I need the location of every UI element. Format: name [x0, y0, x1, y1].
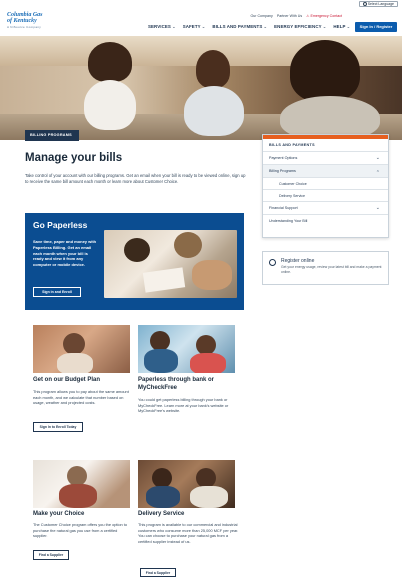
make-choice-photo [33, 460, 130, 508]
nav-services-label: SERVICES [148, 24, 171, 29]
sidenav-item-financial-support[interactable]: Financial Support ⌄ [263, 202, 388, 215]
photo-figure [196, 468, 216, 488]
photo-figure [150, 331, 170, 351]
link-our-company[interactable]: Our Company [250, 14, 272, 18]
hero-child-figure [88, 42, 132, 82]
sidenav-item-label: Understanding Your Bill [269, 219, 308, 223]
photo-figure [124, 238, 150, 262]
nav-help-label: HELP [333, 24, 346, 29]
intro-text: Take control of your account with our bi… [25, 173, 246, 184]
photo-figure [152, 468, 172, 488]
chevron-down-icon: ⌄ [263, 24, 268, 29]
go-paperless-text: Save time, paper and money with Paperles… [33, 239, 97, 268]
register-title: Register online [281, 258, 315, 264]
sidenav-item-understanding-bill[interactable]: Understanding Your Bill [263, 215, 388, 228]
sidenav-item-payment-options[interactable]: Payment Options ⌄ [263, 152, 388, 165]
budget-plan-enroll-button[interactable]: Sign In to Enroll Today [33, 422, 83, 432]
logo[interactable]: Columbia Gas of Kentucky A NiSource Comp… [7, 12, 59, 32]
chevron-down-icon: ⌄ [171, 24, 176, 29]
page-title: Manage your bills [25, 152, 123, 164]
utility-links: Our Company Partner With Us Emergency Co… [250, 14, 342, 18]
budget-plan-text: This program allows you to pay about the… [33, 389, 129, 406]
nav-help[interactable]: HELP⌄ [333, 24, 350, 30]
main-nav: SERVICES⌄ SAFETY⌄ BILLS AND PAYMENTS⌄ EN… [148, 24, 350, 30]
nav-energy-efficiency[interactable]: ENERGY EFFICIENCY⌄ [274, 24, 326, 30]
nav-services[interactable]: SERVICES⌄ [148, 24, 176, 30]
nav-energy-label: ENERGY EFFICIENCY [274, 24, 322, 29]
sidenav-subitem-delivery-service[interactable]: Delivery Service [263, 190, 388, 202]
go-paperless-panel: Go Paperless Save time, paper and money … [25, 213, 244, 310]
sign-in-register-button[interactable]: Sign In / Register [355, 22, 397, 32]
photo-paper [142, 267, 186, 293]
register-text: Get your energy usage, review your lates… [281, 265, 382, 274]
photo-figure [144, 349, 178, 373]
delivery-service-title: Delivery Service [138, 511, 185, 517]
photo-figure [196, 335, 216, 355]
sidenav-item-label: Financial Support [269, 206, 298, 210]
photo-figure [174, 232, 202, 258]
logo-line2: of Kentucky [7, 18, 37, 24]
logo-line3: A NiSource Company [7, 25, 42, 29]
go-paperless-title: Go Paperless [33, 220, 88, 230]
nav-bills-payments[interactable]: BILLS AND PAYMENTS⌄ [212, 24, 267, 30]
make-choice-title: Make your Choice [33, 511, 85, 517]
select-language-label: Select Language [367, 2, 394, 6]
photo-figure [63, 333, 85, 355]
nav-bills-label: BILLS AND PAYMENTS [212, 24, 263, 29]
go-paperless-photo [104, 230, 237, 298]
nav-safety[interactable]: SAFETY⌄ [183, 24, 206, 30]
register-online-box[interactable]: Register online Get your energy usage, r… [262, 251, 389, 285]
delivery-service-photo [138, 460, 235, 508]
hero-mother-figure [290, 40, 360, 102]
link-emergency[interactable]: Emergency Contact [306, 14, 342, 18]
site-header: Columbia Gas of Kentucky A NiSource Comp… [0, 8, 402, 35]
sign-in-enroll-button[interactable]: Sign in and Enroll [33, 287, 81, 297]
hero-child-shirt [84, 80, 136, 130]
user-icon [269, 259, 276, 266]
sidenav-item-label: Billing Programs [269, 169, 296, 173]
paperless-bank-title: Paperless through bank or MyCheckFree [138, 377, 215, 391]
delivery-service-text: This program is available to our commerc… [138, 522, 239, 544]
budget-plan-photo [33, 325, 130, 373]
link-partner[interactable]: Partner With Us [277, 14, 302, 18]
make-choice-find-supplier-button[interactable]: Find a Supplier [33, 550, 69, 560]
photo-figure [67, 466, 87, 486]
paperless-bank-text: You could get paperless billing through … [138, 397, 229, 414]
chevron-down-icon: ⌄ [375, 155, 380, 161]
hero-father-figure [196, 50, 230, 88]
globe-icon [362, 2, 367, 7]
top-utility-bar: Select Language [0, 0, 402, 8]
billing-programs-badge: BILLING PROGRAMS [25, 130, 79, 141]
side-nav-title: BILLS AND PAYMENTS [263, 139, 388, 152]
chevron-up-icon: ⌃ [375, 170, 380, 176]
chevron-down-icon: ⌄ [322, 24, 327, 29]
paperless-bank-photo [138, 325, 235, 373]
budget-plan-title: Get on our Budget Plan [33, 377, 100, 383]
sidenav-item-label: Payment Options [269, 156, 298, 160]
delivery-service-find-supplier-button[interactable]: Find a Supplier [140, 568, 176, 577]
chevron-down-icon: ⌄ [375, 205, 380, 211]
photo-figure [192, 260, 232, 290]
make-choice-text: The Customer Choice program offers you t… [33, 522, 128, 539]
hero-father-shirt [184, 86, 244, 136]
sidenav-subitem-customer-choice[interactable]: Customer Choice [263, 178, 388, 190]
photo-figure [190, 486, 228, 508]
photo-figure [59, 484, 97, 508]
nav-safety-label: SAFETY [182, 24, 201, 29]
sidenav-item-billing-programs[interactable]: Billing Programs ⌃ [263, 165, 388, 178]
chevron-down-icon: ⌄ [346, 24, 351, 29]
photo-figure [146, 486, 180, 508]
side-nav: BILLS AND PAYMENTS Payment Options ⌄ Bil… [262, 134, 389, 238]
hero-image [0, 36, 402, 140]
chevron-down-icon: ⌄ [201, 24, 206, 29]
photo-figure [190, 353, 226, 373]
select-language-button[interactable]: Select Language [358, 1, 398, 7]
photo-figure [57, 353, 93, 373]
